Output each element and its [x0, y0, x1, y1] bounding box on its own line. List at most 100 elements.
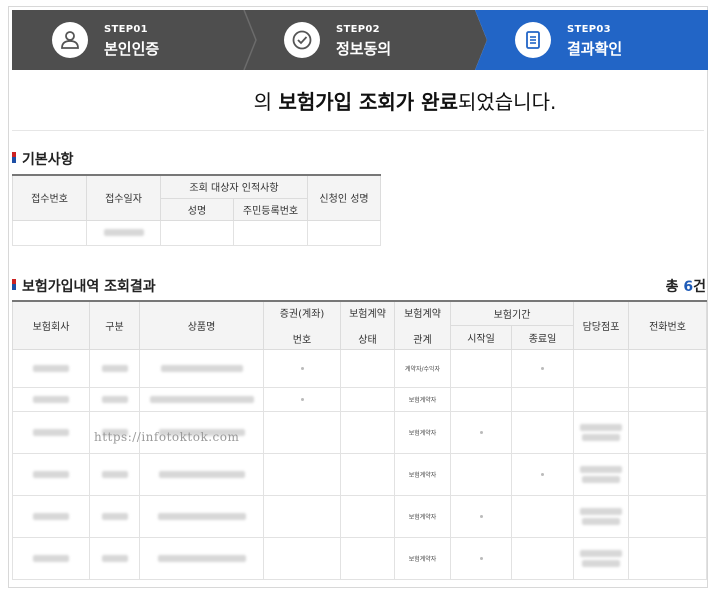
cell-applicant: [307, 219, 382, 246]
cell-relation: 보험계약자: [394, 494, 451, 538]
header-relation-line1: 보험계약: [404, 308, 441, 320]
divider: [12, 130, 704, 131]
cell-relation: 보험계약자: [394, 410, 451, 454]
cell-relation: 보험계약자: [394, 536, 451, 580]
cell-product: [139, 348, 264, 388]
count-prefix: 총: [665, 279, 684, 295]
header-policy-no: 증권(계좌) 번호: [263, 300, 341, 350]
document-icon: [515, 22, 551, 58]
header-branch: 담당점포: [573, 300, 629, 350]
step-progress-bar: STEP01 본인인증 STEP02 정보동의 STEP03 결과확인: [12, 10, 708, 70]
cell-end-date: [511, 386, 574, 412]
header-policy-line1: 증권(계좌): [279, 308, 325, 320]
cell-status: [340, 494, 395, 538]
cell-policy-no: [263, 494, 341, 538]
headline-emphasis: 보험가입 조회가 완료: [278, 90, 458, 114]
cell-start-date: [450, 348, 512, 388]
cell-start-date: [450, 452, 512, 496]
cell-relation: 계약자/수익자: [394, 348, 451, 388]
cell-category: [89, 348, 140, 388]
cell-policy-no: [263, 410, 341, 454]
results-title: 보험가입내역 조회결과: [12, 276, 156, 296]
cell-branch: [573, 410, 629, 454]
cell-category: [89, 494, 140, 538]
basic-info-title-text: 기본사항: [22, 152, 74, 168]
header-company: 보험회사: [12, 300, 90, 350]
cell-relation: 보험계약자: [394, 386, 451, 412]
cell-product: [139, 386, 264, 412]
table-row: 보험계약자: [12, 536, 707, 580]
header-receipt-no: 접수번호: [12, 174, 87, 221]
cell-end-date: [511, 536, 574, 580]
header-receipt-date: 접수일자: [86, 174, 161, 221]
headline-suffix: 되었습니다.: [457, 90, 557, 114]
cell-company: [12, 452, 90, 496]
step-1-number: STEP01: [104, 24, 148, 35]
cell-status: [340, 536, 395, 580]
section-marker-icon: [12, 152, 16, 163]
cell-status: [340, 452, 395, 496]
table-row: [12, 219, 382, 246]
cell-end-date: [511, 348, 574, 388]
cell-phone: [628, 386, 707, 412]
cell-start-date: [450, 386, 512, 412]
header-status-line1: 보험계약: [349, 308, 386, 320]
headline-prefix: 의: [253, 90, 279, 114]
cell-name: [160, 219, 234, 246]
cell-policy-no: [263, 386, 341, 412]
header-period: 보험기간: [450, 300, 574, 326]
cell-company: [12, 348, 90, 388]
cell-receipt-date: [86, 219, 161, 246]
cell-receipt-no: [12, 219, 87, 246]
header-contract-status: 보험계약상태: [340, 300, 395, 350]
table-row: 계약자/수익자: [12, 348, 707, 388]
header-start-date: 시작일: [450, 324, 512, 350]
cell-phone: [628, 348, 707, 388]
cell-branch: [573, 452, 629, 496]
basic-info-title: 기본사항: [12, 149, 74, 169]
cell-relation: 보험계약자: [394, 452, 451, 496]
header-policy-line2: 번호: [292, 334, 312, 346]
cell-company: [12, 410, 90, 454]
header-contract-relation: 보험계약관계: [394, 300, 451, 350]
results-title-text: 보험가입내역 조회결과: [22, 279, 156, 295]
cell-status: [340, 348, 395, 388]
header-end-date: 종료일: [511, 324, 574, 350]
step-2-label: 정보동의: [336, 40, 392, 58]
cell-company: [12, 386, 90, 412]
section-marker-icon: [12, 279, 16, 290]
cell-branch: [573, 348, 629, 388]
count-suffix: 건: [693, 279, 706, 295]
table-row: 보험계약자: [12, 386, 707, 412]
cell-policy-no: [263, 348, 341, 388]
header-phone: 전화번호: [628, 300, 707, 350]
step-3-number: STEP03: [567, 24, 611, 35]
cell-status: [340, 386, 395, 412]
cell-category: [89, 536, 140, 580]
cell-product: [139, 494, 264, 538]
cell-policy-no: [263, 536, 341, 580]
cell-end-date: [511, 494, 574, 538]
cell-end-date: [511, 410, 574, 454]
cell-product: [139, 536, 264, 580]
table-row: 보험계약자: [12, 494, 707, 538]
basic-info-table: 접수번호 접수일자 조회 대상자 인적사항 신청인 성명 성명 주민등록번호: [12, 174, 382, 246]
cell-rrn: [232, 219, 309, 246]
header-rrn: 주민등록번호: [232, 197, 309, 221]
cell-category: [89, 386, 140, 412]
cell-phone: [628, 494, 707, 538]
cell-phone: [628, 452, 707, 496]
watermark-text: https://infotoktok.com: [94, 430, 240, 444]
cell-start-date: [450, 494, 512, 538]
cell-category: [89, 452, 140, 496]
cell-start-date: [450, 536, 512, 580]
cell-company: [12, 494, 90, 538]
cell-start-date: [450, 410, 512, 454]
step-3-label: 결과확인: [567, 40, 623, 58]
header-status-line2: 상태: [358, 334, 377, 346]
completion-message: 의 보험가입 조회가 완료되었습니다.: [0, 86, 720, 115]
header-relation-line2: 관계: [413, 334, 432, 346]
count-value: 6: [683, 279, 694, 295]
cell-phone: [628, 410, 707, 454]
header-category: 구분: [89, 300, 140, 350]
